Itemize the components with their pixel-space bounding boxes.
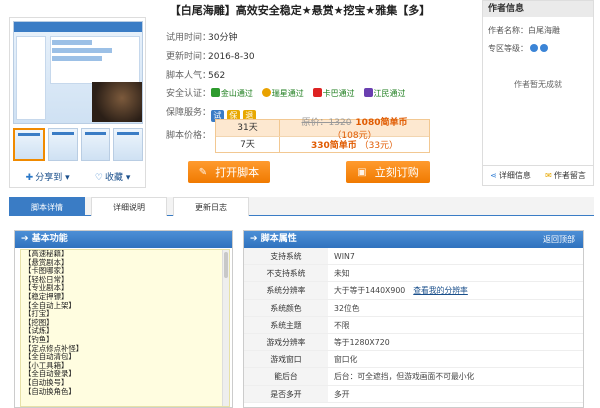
property-key: 游戏分辨率 bbox=[244, 333, 328, 351]
property-value-text: 等于1280X720 bbox=[334, 337, 390, 347]
property-row: 游戏分辨率 等于1280X720 bbox=[244, 333, 583, 352]
thumbnail[interactable] bbox=[13, 128, 45, 161]
property-row: 支持系统 WIN7 bbox=[244, 248, 583, 266]
property-value: 窗口化 bbox=[328, 351, 583, 367]
check-resolution-link[interactable]: 查看我的分辨率 bbox=[413, 286, 468, 295]
author-panel: 作者信息 作者名称：白尾海雕 专区等级： 作者暂无成就 ⋖ 详细信息 ✉ 作者留言 bbox=[482, 0, 594, 186]
property-row: 不支持系统 未知 bbox=[244, 265, 583, 283]
plus-icon: ✚ bbox=[25, 172, 34, 183]
arrow-icon: ➔ bbox=[21, 234, 32, 244]
script-properties-panel: ➔ 脚本属性 返回顶部 支持系统 WIN7 不支持系统 未知 系统分辨率 大于等于1440X… bbox=[243, 230, 584, 408]
shield-icon bbox=[363, 88, 373, 97]
cert-jinshan: 金山通过 bbox=[210, 88, 253, 99]
property-value: 不限 bbox=[328, 317, 583, 333]
share-icon: ⋖ bbox=[490, 171, 497, 180]
shield-icon bbox=[210, 88, 220, 97]
property-row: 能后台 后台：可全遮挡，但游戏画面不可最小化 bbox=[244, 368, 583, 386]
property-value-text: 大于等于1440X900 bbox=[334, 286, 406, 296]
property-value: 后台：可全遮挡，但游戏画面不可最小化 bbox=[328, 368, 583, 384]
property-value: 等于1280X720 bbox=[328, 334, 583, 350]
price-option[interactable]: 7天 330简单币 （33元） bbox=[216, 136, 429, 152]
order-now-button[interactable]: ▣ 立刻订购 bbox=[346, 161, 430, 183]
scrollbar[interactable] bbox=[222, 250, 229, 406]
cert-ruixing: 瑞星通过 bbox=[261, 88, 304, 99]
property-row: 游戏窗口 窗口化 bbox=[244, 351, 583, 369]
thumbnail[interactable] bbox=[113, 128, 143, 161]
property-row: 是否多开 多开 bbox=[244, 385, 583, 403]
basic-functions-header: ➔ 基本功能 bbox=[15, 231, 232, 248]
property-value-text: 后台：可全遮挡，但游戏画面不可最小化 bbox=[334, 372, 475, 382]
share-button[interactable]: ✚ 分享到 ▾ bbox=[26, 170, 70, 183]
property-value-text: 窗口化 bbox=[334, 355, 358, 365]
screenshot-gallery: ✚ 分享到 ▾ ♡ 收藏 ▾ bbox=[9, 17, 146, 188]
functions-list[interactable]: 【高速秘籍】 【悬赏剧本】 【卡图哪家】 【轻松日常】 【专业剧本】 【稳定押镖】 【全自动… bbox=[20, 249, 230, 407]
favorite-button[interactable]: ♡ 收藏 ▾ bbox=[95, 170, 130, 183]
property-key: 不支持系统 bbox=[244, 265, 328, 282]
property-row: 系统颜色 32位色 bbox=[244, 299, 583, 317]
k-logo-icon bbox=[312, 88, 322, 97]
author-message-link[interactable]: ✉ 作者留言 bbox=[545, 170, 586, 181]
property-value: 多开 bbox=[328, 386, 583, 402]
level-icon bbox=[530, 44, 538, 52]
property-key: 能后台 bbox=[244, 368, 328, 385]
back-to-top-link[interactable]: 返回顶部 bbox=[543, 231, 575, 248]
tab-update-log[interactable]: 更新日志 bbox=[173, 197, 249, 216]
tab-script-details[interactable]: 脚本详情 bbox=[9, 197, 85, 216]
property-key: 支持系统 bbox=[244, 248, 328, 265]
property-key: 是否多开 bbox=[244, 385, 328, 402]
property-value: 大于等于1440X900 查看我的分辨率 bbox=[328, 282, 583, 298]
thumbnail[interactable] bbox=[47, 128, 78, 161]
cart-icon: ▣ bbox=[357, 166, 367, 178]
page-title: 【白尾海雕】高效安全稳定★悬赏★挖宝★雅集【多】 bbox=[169, 4, 431, 17]
property-value-text: 未知 bbox=[334, 269, 350, 279]
property-key: 系统主题 bbox=[244, 316, 328, 333]
property-value-text: 32位色 bbox=[334, 303, 360, 313]
property-value-text: 不限 bbox=[334, 320, 350, 330]
function-item: 【自动换角色】 bbox=[24, 386, 76, 396]
arrow-icon: ➔ bbox=[250, 234, 261, 244]
property-row: 系统分辨率 大于等于1440X900 查看我的分辨率 bbox=[244, 282, 583, 300]
thumbnail-strip bbox=[13, 128, 143, 161]
tab-detailed-description[interactable]: 详细说明 bbox=[91, 197, 167, 216]
author-detail-link[interactable]: ⋖ 详细信息 bbox=[490, 170, 531, 181]
property-value-text: 多开 bbox=[334, 389, 350, 399]
message-icon: ✉ bbox=[545, 171, 552, 180]
property-key: 系统分辨率 bbox=[244, 282, 328, 299]
property-key: 游戏窗口 bbox=[244, 351, 328, 368]
price-option[interactable]: 31天 原价：1320 1080简单币 （108元） bbox=[216, 118, 429, 141]
script-icon: ✎ bbox=[198, 166, 208, 178]
basic-functions-panel: ➔ 基本功能 【高速秘籍】 【悬赏剧本】 【卡图哪家】 【轻松日常】 【专业剧本】 【稳定… bbox=[14, 230, 233, 408]
cert-jiangmin: 江民通过 bbox=[363, 88, 406, 99]
cert-kaba: 卡巴通过 bbox=[312, 88, 355, 99]
thumbnail[interactable] bbox=[80, 128, 111, 161]
open-script-button[interactable]: ✎ 打开脚本 bbox=[188, 161, 270, 183]
favorite-icon: ♡ bbox=[94, 172, 103, 183]
property-row: 系统主题 不限 bbox=[244, 316, 583, 334]
detail-tabs: 脚本详情 详细说明 更新日志 bbox=[9, 197, 594, 216]
main-screenshot[interactable] bbox=[13, 21, 143, 124]
property-value: WIN7 bbox=[328, 248, 583, 264]
property-key: 系统颜色 bbox=[244, 299, 328, 316]
level-icon bbox=[540, 44, 548, 52]
price-table: 31天 原价：1320 1080简单币 （108元） 7天 330简单币 （33元… bbox=[215, 118, 430, 153]
property-value: 未知 bbox=[328, 265, 583, 281]
lion-icon bbox=[261, 88, 271, 97]
property-value: 32位色 bbox=[328, 300, 583, 316]
property-value-text: WIN7 bbox=[334, 252, 355, 261]
